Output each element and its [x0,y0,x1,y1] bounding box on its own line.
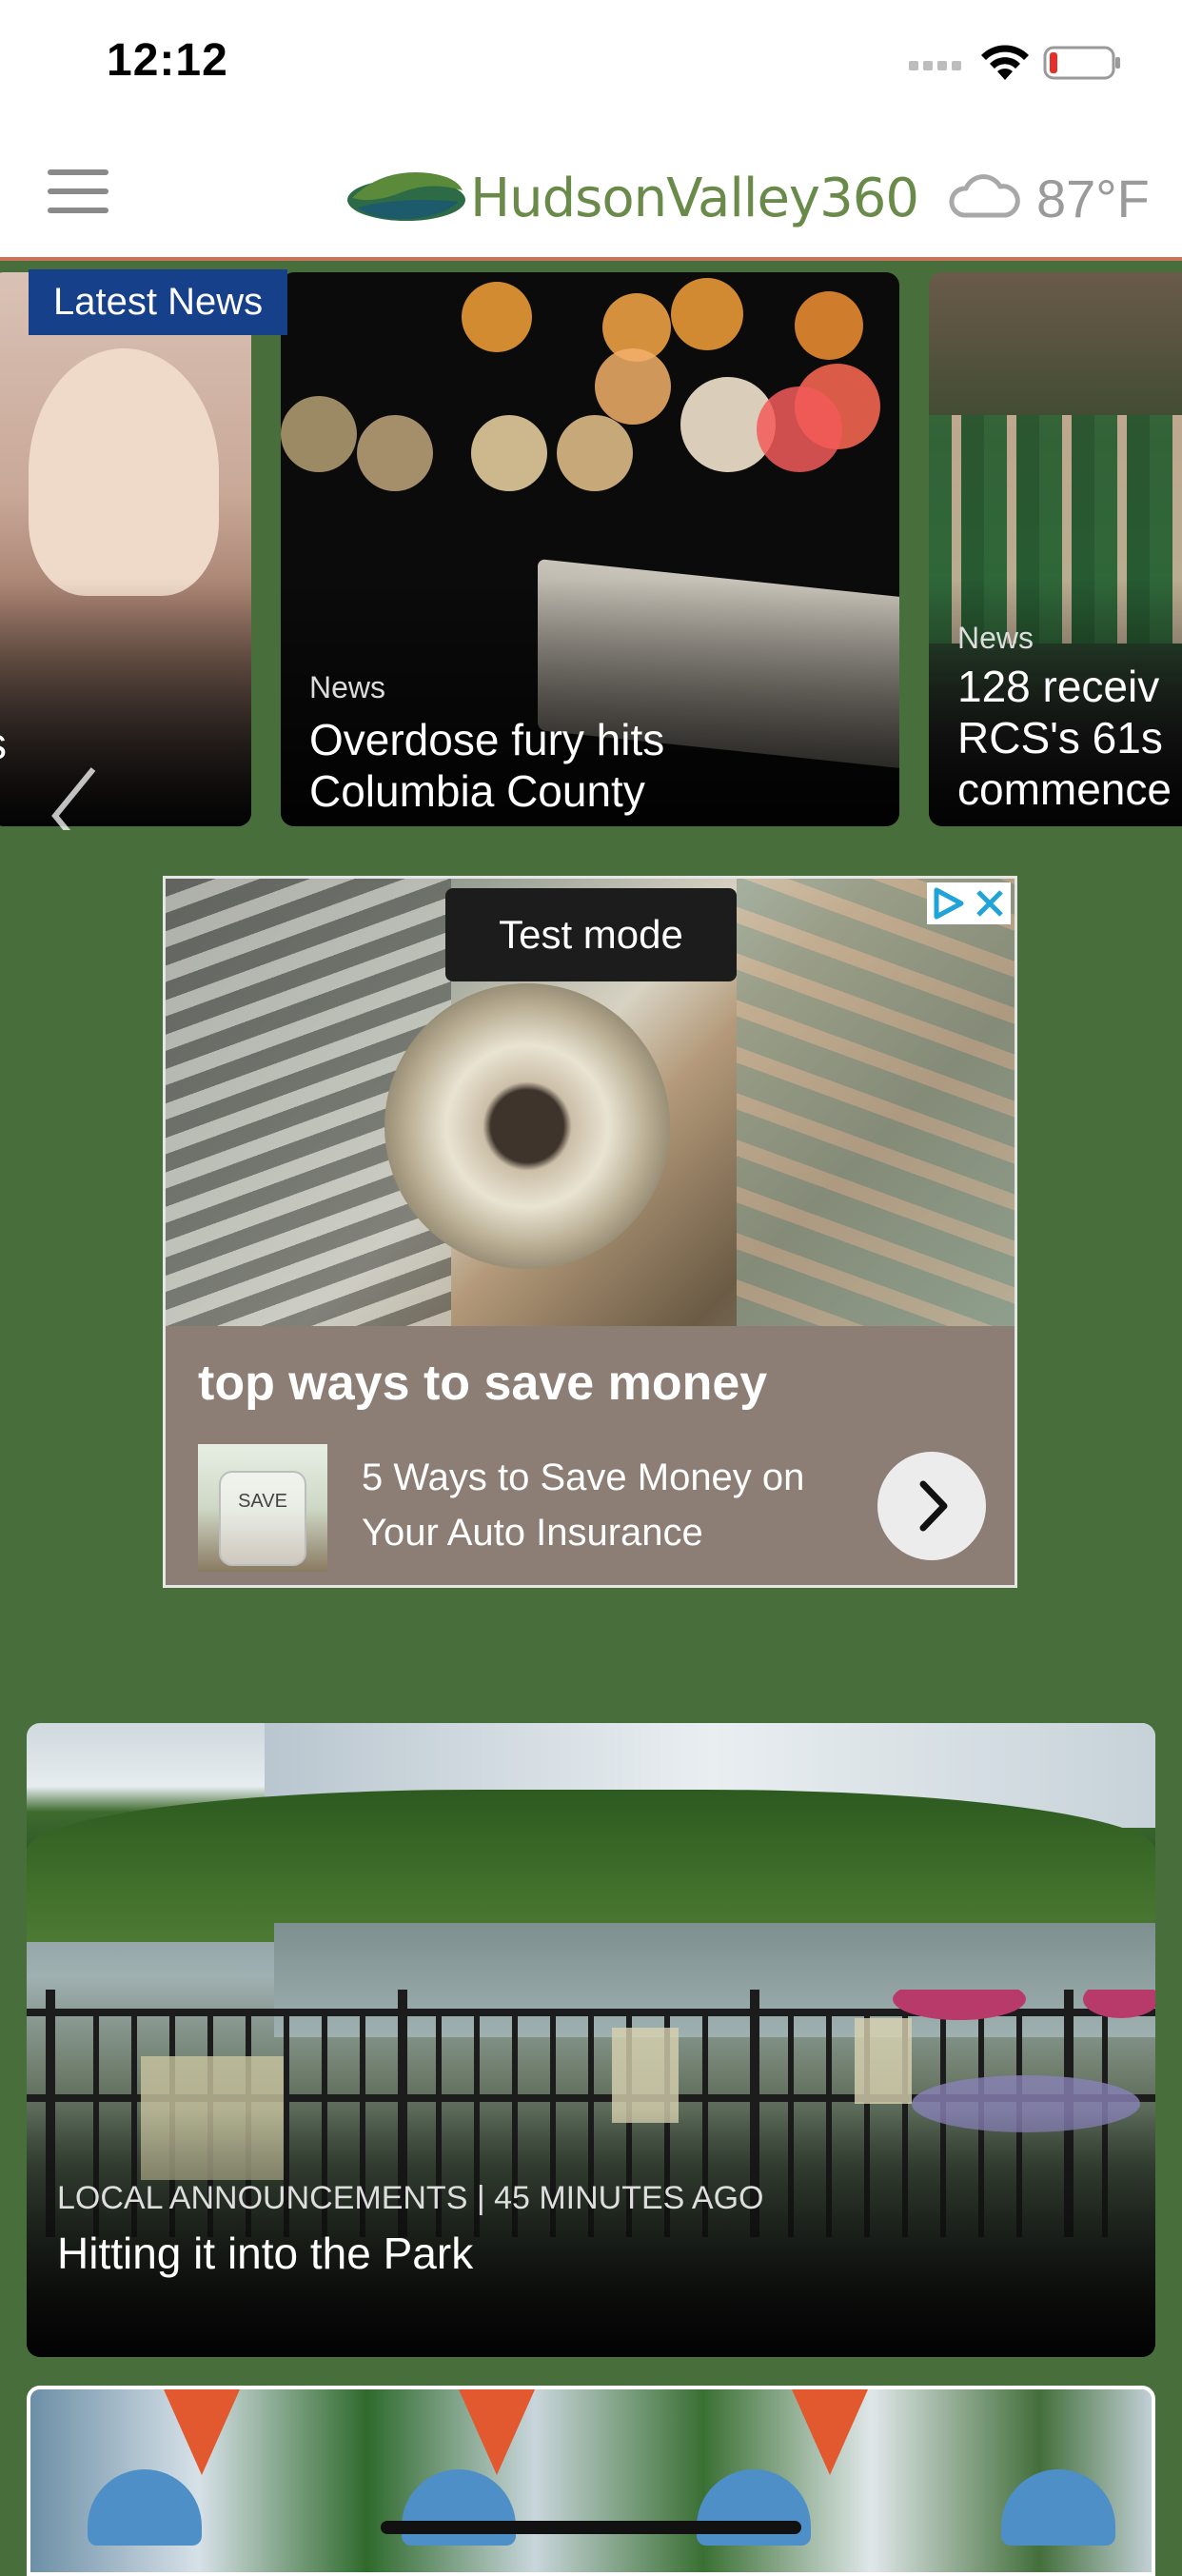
home-indicator [381,2521,801,2534]
latest-news-badge: Latest News [29,269,288,335]
app-header: HudsonValley360 87°F [0,131,1182,261]
ad-description-line: Your Auto Insurance [362,1512,703,1554]
card-title-line: Columbia County [309,766,645,816]
card-image [29,348,219,596]
card-category: News [957,621,1034,655]
news-card[interactable]: News 128 receiv RCS's 61s commence [929,272,1182,826]
card-title-line: 128 receiv [957,662,1160,711]
card-category: News [309,670,386,704]
chevron-left-icon[interactable] [46,763,103,830]
ad-choices[interactable] [927,882,1011,924]
test-mode-label: Test mode [445,888,737,981]
hudsonvalley360-logo[interactable]: HudsonValley360 [345,160,919,229]
battery-low-icon [1043,46,1120,80]
cellular-signal-icon [909,61,961,70]
status-time: 12:12 [107,35,228,86]
news-card[interactable]: News Overdose fury hits Columbia County [281,272,899,826]
status-bar: 12:12 [0,0,1182,131]
cloud-icon [949,174,1020,218]
adchoices-icon[interactable] [927,882,969,924]
chevron-right-icon [919,1480,948,1532]
logo-text: HudsonValley360 [470,168,919,229]
card-title-line: commence [957,764,1172,814]
ad-headline[interactable]: top ways to save money [198,1355,767,1412]
ad-thumbnail-label: SAVE [219,1471,306,1566]
ad-thumbnail: SAVE [198,1444,327,1572]
ad-banner[interactable]: Test mode top ways to save money SAVE 5 … [163,876,1017,1588]
card-title-line: Overdose fury hits [309,715,665,764]
card-title: s [0,718,7,769]
ad-description-line: 5 Ways to Save Money on [362,1456,805,1498]
close-icon[interactable] [969,882,1011,924]
temperature: 87°F [1036,168,1150,228]
latest-news-carousel[interactable]: s News Overdose fury hits Columbia Count… [0,268,1182,830]
news-card[interactable]: s [0,272,251,826]
story-card[interactable]: LOCAL ANNOUNCEMENTS | 45 MINUTES AGO Hit… [27,1723,1155,2357]
card-title-line: RCS's 61s [957,713,1163,763]
story-card[interactable] [27,2386,1155,2576]
story-image [30,2389,1152,2572]
hamburger-menu-icon[interactable] [48,169,108,215]
wifi-icon [981,45,1029,80]
ad-description[interactable]: 5 Ways to Save Money on Your Auto Insura… [362,1450,857,1560]
ad-cta-button[interactable] [877,1452,986,1560]
logo-mark-icon [347,172,465,221]
story-title[interactable]: Hitting it into the Park [57,2228,473,2279]
story-meta: LOCAL ANNOUNCEMENTS | 45 MINUTES AGO [57,2180,764,2216]
